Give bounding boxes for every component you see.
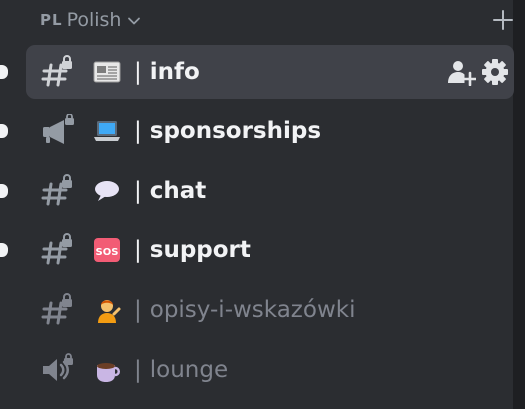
channel-label: | opisy-i-wskazówki — [134, 283, 355, 337]
category-prefix: PL — [40, 11, 63, 29]
channel-list: PL Polish | info | sponsorships | chat S… — [0, 0, 525, 409]
invite-member-icon[interactable] — [446, 58, 476, 86]
channel-actions — [446, 58, 510, 86]
text-channel-locked-icon — [41, 233, 72, 265]
unread-indicator — [0, 184, 8, 198]
hot-beverage-emoji — [97, 363, 120, 382]
text-channel-locked-icon — [41, 174, 72, 206]
channel-chat[interactable]: | chat — [0, 164, 514, 218]
channel-separator: | — [134, 297, 142, 323]
person-tipping-hand-emoji — [98, 300, 121, 323]
voice-channel-locked-icon — [43, 353, 73, 381]
channel-label: | info — [134, 45, 200, 99]
channel-separator: | — [134, 59, 142, 85]
channel-name: lounge — [149, 357, 229, 383]
channel-label: | support — [134, 223, 251, 277]
newspaper-emoji — [93, 61, 121, 83]
channel-label: | sponsorships — [134, 104, 321, 158]
channel-lounge[interactable]: | lounge — [26, 343, 514, 397]
scrollbar-gutter — [513, 0, 525, 409]
channel-name: chat — [149, 178, 207, 204]
channel-separator: | — [134, 178, 142, 204]
channel-name: sponsorships — [149, 118, 322, 144]
chevron-down-icon — [128, 17, 141, 25]
channel-name: info — [149, 59, 200, 85]
channel-label: | lounge — [134, 343, 228, 397]
sos-button-emoji: SOS — [94, 238, 120, 262]
category-name: Polish — [66, 9, 122, 31]
channel-name: opisy-i-wskazówki — [149, 297, 356, 323]
unread-indicator — [0, 243, 8, 257]
channel-info[interactable]: | info — [0, 45, 514, 99]
unread-indicator — [0, 124, 8, 138]
category-header[interactable]: PL Polish — [34, 0, 514, 40]
laptop-emoji — [94, 121, 120, 141]
channel-name: support — [149, 237, 251, 263]
unread-indicator — [0, 65, 8, 79]
announcement-channel-icon — [43, 114, 74, 144]
channel-separator: | — [134, 237, 142, 263]
channel-opisy-i-wskazowki[interactable]: | opisy-i-wskazówki — [26, 283, 514, 337]
channel-support[interactable]: SOS | support — [0, 223, 514, 277]
plus-icon[interactable] — [492, 9, 514, 31]
channel-separator: | — [134, 357, 142, 383]
speech-balloon-emoji — [95, 181, 119, 201]
text-channel-locked-icon — [41, 293, 72, 325]
channel-separator: | — [134, 118, 142, 144]
channel-sponsorships[interactable]: | sponsorships — [0, 104, 514, 158]
svg-text:SOS: SOS — [96, 247, 119, 258]
text-channel-locked-icon — [41, 55, 72, 87]
gear-icon[interactable] — [480, 58, 510, 86]
channel-label: | chat — [134, 164, 206, 218]
